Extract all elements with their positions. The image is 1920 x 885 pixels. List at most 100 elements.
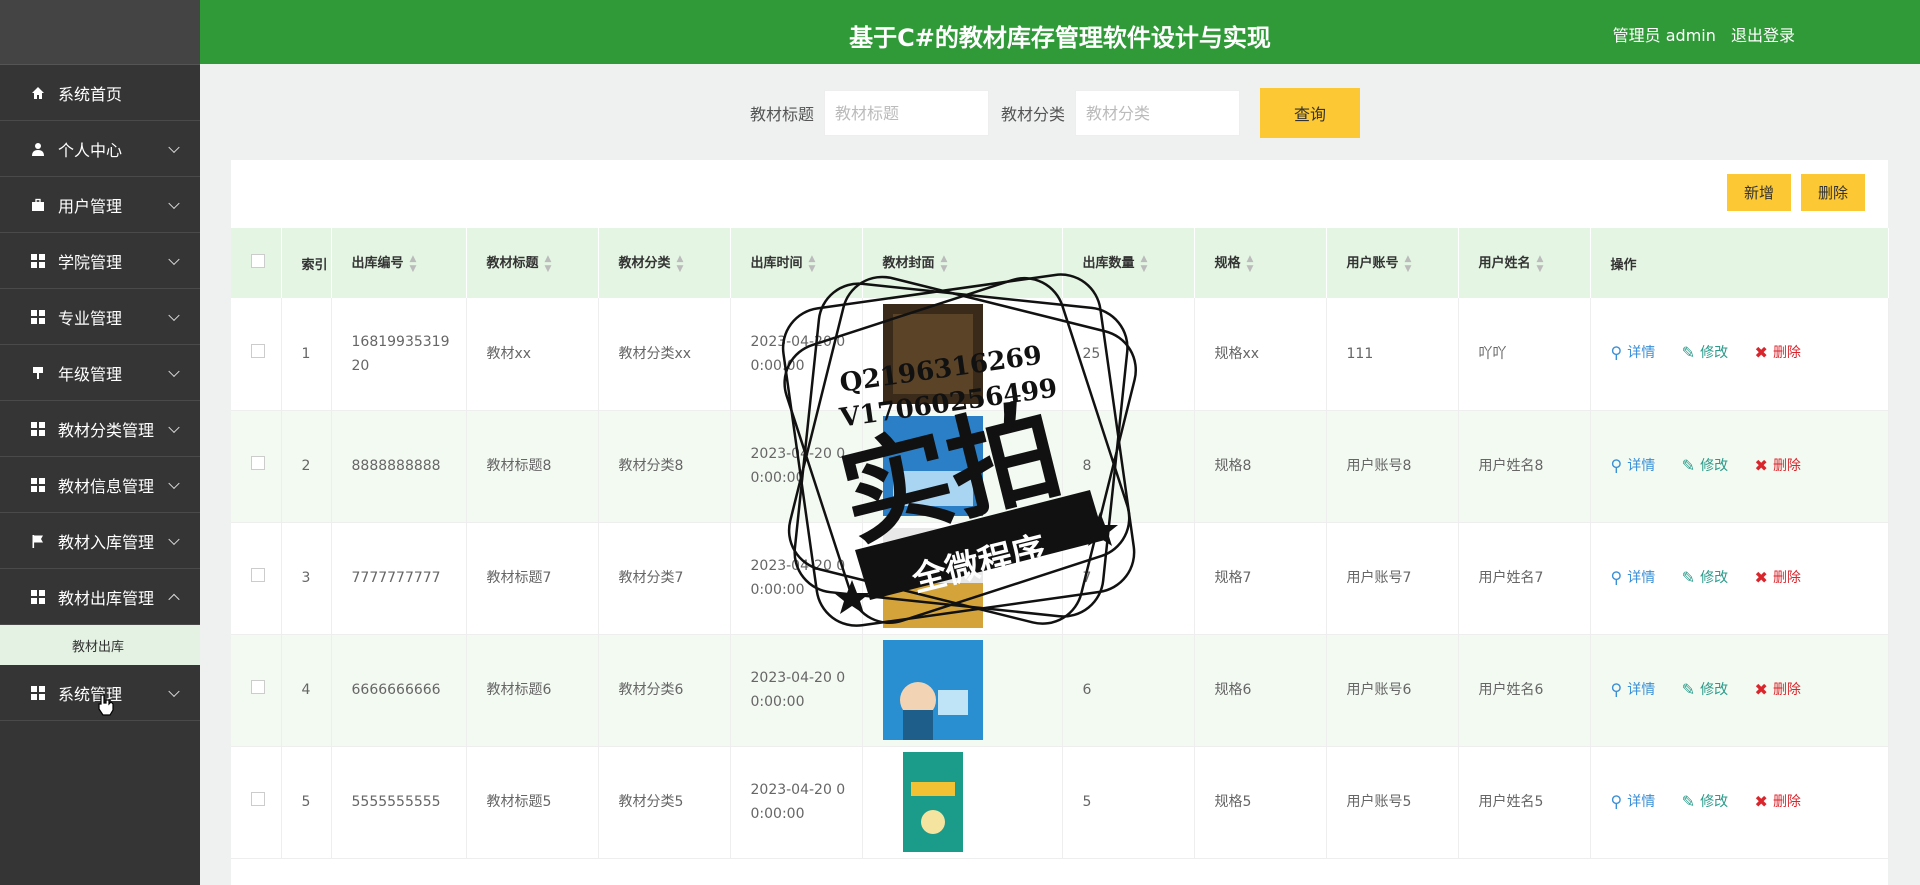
row-checkbox[interactable]: [251, 568, 265, 582]
detail-button[interactable]: ⚲ 详情: [1611, 678, 1656, 702]
sort-icon[interactable]: ▲ ▼: [1141, 254, 1148, 274]
detail-button[interactable]: ⚲ 详情: [1611, 454, 1656, 478]
chevron-down-icon: [168, 477, 180, 489]
sidebar-item-label: 学院管理: [58, 252, 123, 272]
home-icon: [30, 85, 46, 101]
row-checkbox[interactable]: [251, 680, 265, 694]
col-header-time[interactable]: 出库时间 ▲ ▼: [730, 228, 863, 298]
cell-qty: 6: [1062, 634, 1195, 747]
chevron-down-icon: [168, 421, 180, 433]
delete-button[interactable]: ✖ 删除: [1755, 790, 1801, 814]
cell-cover: [862, 522, 1063, 635]
cell-account: 用户账号6: [1326, 634, 1459, 747]
detail-button[interactable]: ⚲ 详情: [1611, 566, 1656, 590]
edit-icon: ✎: [1681, 791, 1696, 811]
cell-spec: 规格8: [1194, 410, 1327, 523]
col-header-cover[interactable]: 教材封面 ▲ ▼: [862, 228, 1063, 298]
batch-delete-button[interactable]: 删除: [1801, 174, 1865, 211]
cell-cover: [862, 746, 1063, 859]
cell-spec: 规格6: [1194, 634, 1327, 747]
chevron-down-icon: [168, 197, 180, 209]
submenu-item-textbook-stock-out[interactable]: 教材出库: [0, 625, 200, 665]
row-checkbox[interactable]: [251, 792, 265, 806]
detail-button[interactable]: ⚲ 详情: [1611, 341, 1656, 365]
cell-operations: ⚲ 详情 ✎ 修改 ✖ 删除: [1590, 634, 1889, 747]
cell-operations: ⚲ 详情 ✎ 修改 ✖ 删除: [1590, 746, 1889, 859]
textbook-cover-image: [882, 303, 983, 404]
table-actions: 新增 删除: [1727, 174, 1865, 211]
textbook-cover-image: [882, 528, 983, 628]
sidebar-item-user-management[interactable]: 用户管理: [0, 177, 200, 233]
edit-button[interactable]: ✎ 修改: [1682, 566, 1728, 590]
query-button[interactable]: 查询: [1260, 88, 1361, 138]
sidebar-item-home[interactable]: 系统首页: [0, 65, 200, 121]
title-filter-label: 教材标题: [750, 105, 815, 124]
col-header-spec[interactable]: 规格 ▲ ▼: [1194, 228, 1327, 298]
select-all-checkbox[interactable]: [251, 254, 265, 268]
sort-icon[interactable]: ▲ ▼: [545, 254, 552, 274]
delete-button[interactable]: ✖ 删除: [1755, 678, 1801, 702]
delete-button[interactable]: ✖ 删除: [1755, 566, 1801, 590]
col-header-code[interactable]: 出库编号 ▲ ▼: [331, 228, 467, 298]
sidebar-item-college-management[interactable]: 学院管理: [0, 233, 200, 289]
edit-button[interactable]: ✎ 修改: [1682, 678, 1728, 702]
sort-icon[interactable]: ▲ ▼: [677, 254, 684, 274]
title-search-input[interactable]: [824, 90, 990, 136]
sort-icon[interactable]: ▲ ▼: [1405, 254, 1412, 274]
select-all-cell[interactable]: [231, 228, 282, 298]
sidebar-item-label: 用户管理: [58, 196, 123, 216]
cell-account: 111: [1326, 298, 1459, 411]
edit-icon: ✎: [1681, 567, 1696, 587]
sidebar-item-label: 年级管理: [58, 364, 123, 384]
edit-button[interactable]: ✎ 修改: [1682, 341, 1728, 365]
sidebar-item-grade-management[interactable]: 年级管理: [0, 345, 200, 401]
cell-qty: 7: [1062, 522, 1195, 635]
col-header-title[interactable]: 教材标题 ▲ ▼: [466, 228, 599, 298]
sidebar-item-personal-center[interactable]: 个人中心: [0, 121, 200, 177]
delete-button[interactable]: ✖ 删除: [1755, 341, 1801, 365]
sidebar-item-textbook-info-management[interactable]: 教材信息管理: [0, 457, 200, 513]
category-search-input[interactable]: [1075, 90, 1241, 136]
sidebar-item-label: 系统首页: [58, 84, 123, 104]
cell-name: 用户姓名5: [1458, 746, 1591, 859]
sort-icon[interactable]: ▲ ▼: [1247, 254, 1254, 274]
row-checkbox-cell[interactable]: [231, 746, 282, 859]
sidebar-item-textbook-stock-out-management[interactable]: 教材出库管理: [0, 569, 200, 625]
col-header-category[interactable]: 教材分类 ▲ ▼: [598, 228, 731, 298]
cell-spec: 规格5: [1194, 746, 1327, 859]
row-checkbox-cell[interactable]: [231, 522, 282, 635]
col-header-name[interactable]: 用户姓名 ▲ ▼: [1458, 228, 1591, 298]
row-checkbox[interactable]: [251, 343, 265, 358]
row-checkbox-cell[interactable]: [231, 298, 282, 411]
sidebar-item-label: 教材分类管理: [58, 420, 155, 440]
sort-icon[interactable]: ▲ ▼: [809, 254, 816, 274]
cell-title: 教材xx: [466, 298, 599, 411]
search-icon: ⚲: [1610, 791, 1623, 811]
cell-index: 5: [281, 746, 332, 859]
cell-qty: 5: [1062, 746, 1195, 859]
sort-icon[interactable]: ▲ ▼: [941, 254, 948, 274]
edit-button[interactable]: ✎ 修改: [1682, 454, 1728, 478]
sort-icon[interactable]: ▲ ▼: [1537, 254, 1544, 274]
add-button[interactable]: 新增: [1727, 174, 1791, 211]
col-header-account[interactable]: 用户账号 ▲ ▼: [1326, 228, 1459, 298]
detail-button[interactable]: ⚲ 详情: [1611, 790, 1656, 814]
edit-button[interactable]: ✎ 修改: [1682, 790, 1728, 814]
textbook-cover-image: [882, 640, 983, 740]
sidebar-item-textbook-stock-in-management[interactable]: 教材入库管理: [0, 513, 200, 569]
row-checkbox[interactable]: [251, 456, 265, 470]
delete-button[interactable]: ✖ 删除: [1755, 454, 1801, 478]
grid-icon: [30, 477, 46, 493]
logout-link[interactable]: 退出登录: [1731, 26, 1795, 45]
cell-category: 教材分类xx: [598, 298, 731, 411]
content-panel: 新增 删除 索引 出库编号 ▲ ▼ 教材标题 ▲ ▼ 教材分类 ▲ ▼ 出库时间 ▲ ▼ 教材封…: [231, 160, 1889, 885]
row-checkbox-cell[interactable]: [231, 634, 282, 747]
row-checkbox-cell[interactable]: [231, 410, 282, 523]
sidebar-item-major-management[interactable]: 专业管理: [0, 289, 200, 345]
table-row: 2 8888888888 教材标题8 教材分类8 2023-04-20 00:0…: [231, 410, 1889, 523]
sidebar-item-textbook-category-management[interactable]: 教材分类管理: [0, 401, 200, 457]
col-header-qty[interactable]: 出库数量 ▲ ▼: [1062, 228, 1195, 298]
grid-icon: [30, 589, 46, 605]
sort-icon[interactable]: ▲ ▼: [410, 254, 417, 274]
cell-time: 2023-04-20 00:00:00: [730, 298, 863, 411]
